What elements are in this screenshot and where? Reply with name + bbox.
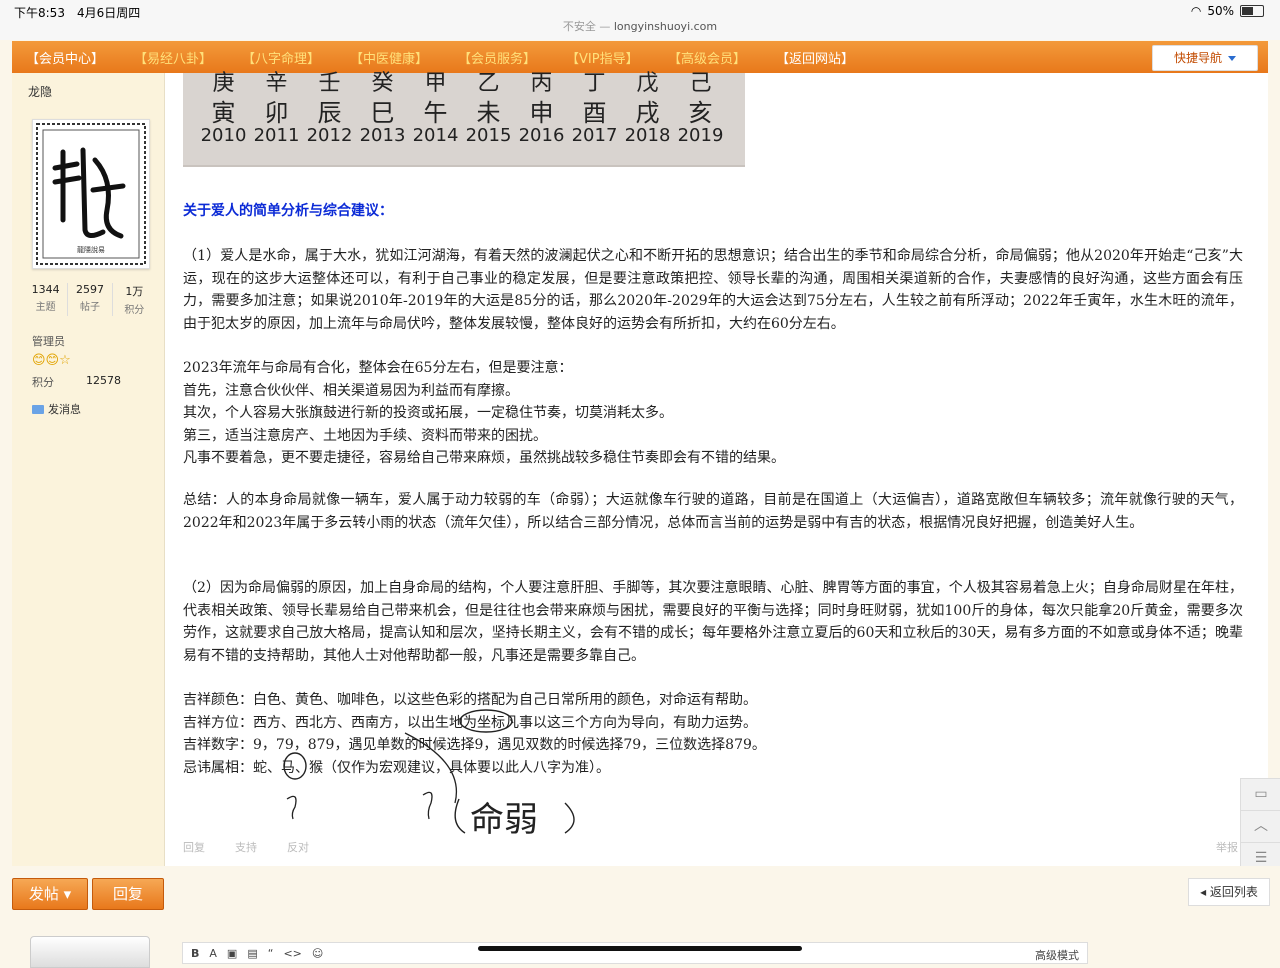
author-stats: 1344 主题 2597 帖子 1万 积分 bbox=[24, 283, 156, 316]
paragraph-4-text: （2）因为命局偏弱的原因，加上自身命局的结构，个人要注意肝胆、手脚等，其次要注意… bbox=[183, 580, 1243, 664]
battery-percent: 50% bbox=[1207, 4, 1234, 18]
nav-item-back-to-site[interactable]: 【返回网站】 bbox=[776, 48, 854, 67]
send-message-label: 发消息 bbox=[48, 403, 81, 416]
address-bar[interactable]: 不安全 — longyinshuoyi.com bbox=[0, 18, 1280, 34]
stat-posts[interactable]: 2597 帖子 bbox=[68, 283, 113, 316]
author-sidebar: 龙隐 龍隱說易 1344 主题 2597 帖子 1万 积分 管理员 😊😊☆ 积分 12… bbox=[12, 73, 165, 866]
ganzhi-branch: 酉 bbox=[582, 99, 607, 127]
ganzhi-branch: 午 bbox=[423, 99, 448, 127]
ganzhi-branch: 未 bbox=[476, 99, 501, 127]
ganzhi-year: 2013 bbox=[359, 125, 406, 146]
ganzhi-year: 2018 bbox=[624, 125, 671, 146]
editor-mode-link[interactable]: 高级模式 bbox=[1035, 947, 1079, 963]
new-post-button[interactable]: 发帖 ▾ bbox=[12, 878, 88, 910]
send-message-link[interactable]: 发消息 bbox=[32, 401, 81, 417]
quick-nav-label: 快捷导航 bbox=[1173, 51, 1222, 65]
paragraph-3-text: 总结：人的本身命局就像一辆车，爱人属于动力较弱的车（命弱）；大运就像车行驶的道路… bbox=[183, 492, 1243, 531]
font-color-icon[interactable]: A bbox=[209, 947, 217, 960]
ganzhi-branch: 申 bbox=[529, 99, 554, 127]
scroll-top-icon[interactable]: ︿ bbox=[1241, 811, 1280, 843]
ganzhi-branch: 亥 bbox=[688, 99, 713, 127]
floating-tools: ▭ ︿ ☰ bbox=[1240, 778, 1280, 876]
bottom-bar: 发帖 ▾ 回复 ◂ 返回列表 B A ▣ ▤ “ <> ☺ 高级模式 bbox=[0, 866, 1280, 968]
image-icon[interactable]: ▣ bbox=[227, 947, 237, 960]
url-text: longyinshuoyi.com bbox=[613, 20, 718, 33]
comment-icon[interactable]: ▭ bbox=[1241, 779, 1280, 811]
bold-icon[interactable]: B bbox=[191, 947, 199, 960]
handwriting-annotation: 命弱 bbox=[283, 709, 575, 840]
battery-icon bbox=[1240, 5, 1264, 17]
ganzhi-year: 2016 bbox=[518, 125, 565, 146]
wifi-icon: ◠ bbox=[1190, 4, 1202, 18]
reply-button[interactable]: 回复 bbox=[92, 878, 164, 910]
paragraph-2: 2023年流年与命局有合化，整体会在65分左右，但是要注意： 首先，注意合伙伙伴… bbox=[183, 357, 1243, 470]
points-value: 12578 bbox=[86, 374, 121, 387]
home-indicator bbox=[478, 946, 802, 951]
envelope-icon bbox=[32, 404, 44, 414]
paragraph-3: 总结：人的本身命局就像一辆车，爱人属于动力较弱的车（命弱）；大运就像车行驶的道路… bbox=[183, 489, 1243, 534]
p2-line: 首先，注意合伙伙伴、相关渠道易因为利益而有摩擦。 bbox=[183, 382, 519, 399]
author-role: 管理员 bbox=[32, 335, 65, 348]
svg-text:龍隱說易: 龍隱說易 bbox=[77, 245, 105, 254]
ganzhi-year: 2014 bbox=[412, 125, 459, 146]
stat-points[interactable]: 1万 积分 bbox=[113, 283, 156, 316]
ganzhi-branch: 寅 bbox=[211, 99, 236, 127]
p2-line: 其次，个人容易大张旗鼓进行新的投资或拓展，一定稳住节奏，切莫消耗太多。 bbox=[183, 405, 673, 421]
quote-icon[interactable]: “ bbox=[268, 947, 274, 960]
ganzhi-branch: 戌 bbox=[635, 99, 660, 127]
ganzhi-table-image: 庚寅 2010 辛卯 2011 壬辰 2012 癸巳 2013 甲午 2014 乙未 2015 丙申 20… bbox=[183, 71, 745, 167]
avatar[interactable]: 龍隱說易 bbox=[32, 119, 150, 269]
quick-nav-button[interactable]: 快捷导航 bbox=[1152, 45, 1258, 71]
ganzhi-year: 2010 bbox=[200, 125, 247, 146]
paragraph-4: （2）因为命局偏弱的原因，加上自身命局的结构，个人要注意肝胆、手脚等，其次要注意… bbox=[183, 577, 1243, 667]
chevron-down-icon bbox=[1228, 56, 1236, 61]
p2-line: 第三，适当注意房产、土地因为手续、资料而带来的困扰。 bbox=[183, 427, 547, 444]
report-link[interactable]: 举报 bbox=[1216, 839, 1238, 855]
browser-status-bar: 下午8:53 4月6日周四 不安全 — longyinshuoyi.com ◠ … bbox=[0, 0, 1280, 40]
reply-action[interactable]: 回复 bbox=[183, 839, 205, 855]
article-heading: 关于爱人的简单分析与综合建议： bbox=[183, 203, 393, 219]
author-name[interactable]: 龙隐 bbox=[28, 83, 52, 100]
avatar bbox=[30, 936, 150, 968]
paragraph-1-text: （1）爱人是水命，属于大水，犹如江河湖海，有着天然的波澜起伏之心和不断开拓的思想… bbox=[183, 248, 1243, 332]
insecure-label: 不安全 — bbox=[562, 20, 614, 33]
p2-line: 凡事不要着急，更不要走捷径，容易给自己带来麻烦，虽然挑战较多稳住节奏即会有不错的… bbox=[183, 450, 785, 466]
oppose-action[interactable]: 反对 bbox=[287, 839, 309, 855]
code-icon[interactable]: <> bbox=[283, 947, 301, 960]
medal-icons: 😊😊☆ bbox=[32, 353, 71, 368]
back-to-list-button[interactable]: ◂ 返回列表 bbox=[1188, 878, 1270, 906]
stat-topics[interactable]: 1344 主题 bbox=[24, 283, 69, 316]
ganzhi-year: 2015 bbox=[465, 125, 512, 146]
emoji-icon[interactable]: ☺ bbox=[312, 947, 323, 960]
support-action[interactable]: 支持 bbox=[235, 839, 257, 855]
post-content: 庚寅 2010 辛卯 2011 壬辰 2012 癸巳 2013 甲午 2014 乙未 2015 丙申 20… bbox=[165, 71, 1268, 866]
points-label: 积分 bbox=[32, 376, 54, 389]
status-right: ◠ 50% bbox=[1191, 4, 1264, 18]
ganzhi-year: 2011 bbox=[253, 125, 300, 146]
ganzhi-year: 2019 bbox=[677, 125, 724, 146]
paragraph-1: （1）爱人是水命，属于大水，犹如江河湖海，有着天然的波澜起伏之心和不断开拓的思想… bbox=[183, 245, 1243, 335]
handwriting-text: 命弱 bbox=[470, 800, 538, 840]
ganzhi-branch: 卯 bbox=[264, 99, 289, 127]
author-points: 积分 12578 bbox=[32, 374, 121, 390]
nav-item-member-center[interactable]: 【会员中心】 bbox=[26, 48, 104, 67]
ganzhi-branch: 巳 bbox=[370, 99, 395, 127]
post-actions: 回复 支持 反对 bbox=[183, 839, 309, 855]
seal-logo-icon: 龍隱說易 bbox=[36, 123, 146, 265]
attach-icon[interactable]: ▤ bbox=[247, 947, 257, 960]
ganzhi-year: 2017 bbox=[571, 125, 618, 146]
ganzhi-branch: 辰 bbox=[317, 99, 342, 127]
p2-line: 2023年流年与命局有合化，整体会在65分左右，但是要注意： bbox=[183, 360, 573, 376]
editor-tools: B A ▣ ▤ “ <> ☺ bbox=[191, 947, 323, 960]
ganzhi-year: 2012 bbox=[306, 125, 353, 146]
